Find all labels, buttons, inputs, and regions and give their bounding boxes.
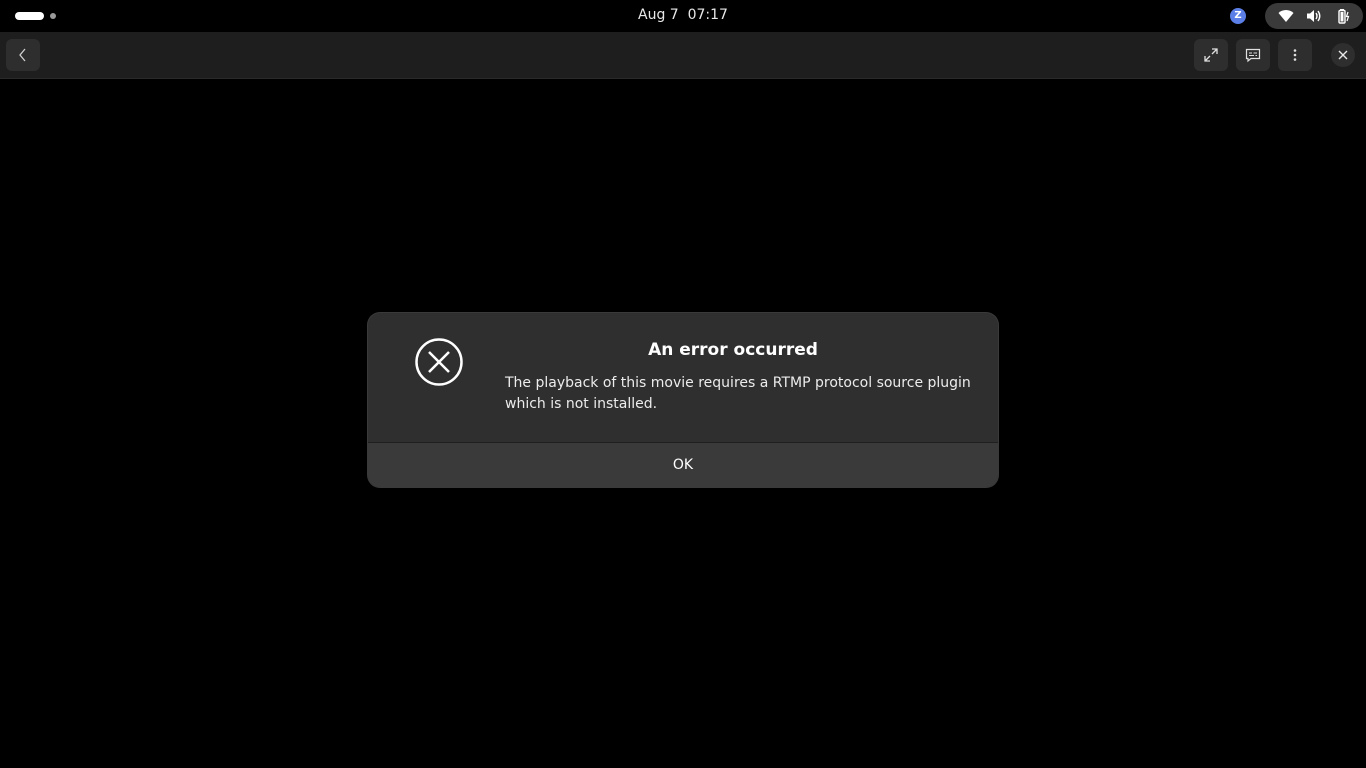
back-button[interactable]	[6, 39, 40, 71]
dialog-title: An error occurred	[648, 340, 818, 360]
clock[interactable]: Aug 7 07:17	[600, 0, 766, 31]
fullscreen-button[interactable]	[1194, 39, 1228, 71]
ok-button[interactable]: OK	[368, 443, 998, 487]
dialog-message: The playback of this movie requires a RT…	[505, 375, 971, 412]
subtitles-icon	[1245, 48, 1261, 63]
system-top-bar: Aug 7 07:17 Z	[0, 0, 1366, 32]
main-menu-button[interactable]	[1278, 39, 1312, 71]
error-circle-icon	[415, 338, 463, 386]
battery-icon	[1338, 9, 1350, 24]
fullscreen-icon	[1204, 48, 1218, 62]
tray-app-icon[interactable]: Z	[1230, 8, 1246, 24]
active-workspace-indicator[interactable]	[15, 12, 44, 20]
close-window-button[interactable]	[1331, 43, 1355, 67]
close-icon	[1338, 50, 1348, 60]
volume-icon	[1307, 10, 1321, 22]
subtitles-button[interactable]	[1236, 39, 1270, 71]
player-header-bar	[0, 32, 1366, 79]
workspace-indicator[interactable]	[50, 13, 56, 19]
back-icon	[19, 48, 26, 62]
wifi-icon	[1278, 10, 1294, 22]
menu-icon	[1293, 49, 1297, 61]
error-dialog: An error occurred The playback of this m…	[368, 313, 998, 487]
system-status-menu[interactable]	[1265, 3, 1363, 29]
